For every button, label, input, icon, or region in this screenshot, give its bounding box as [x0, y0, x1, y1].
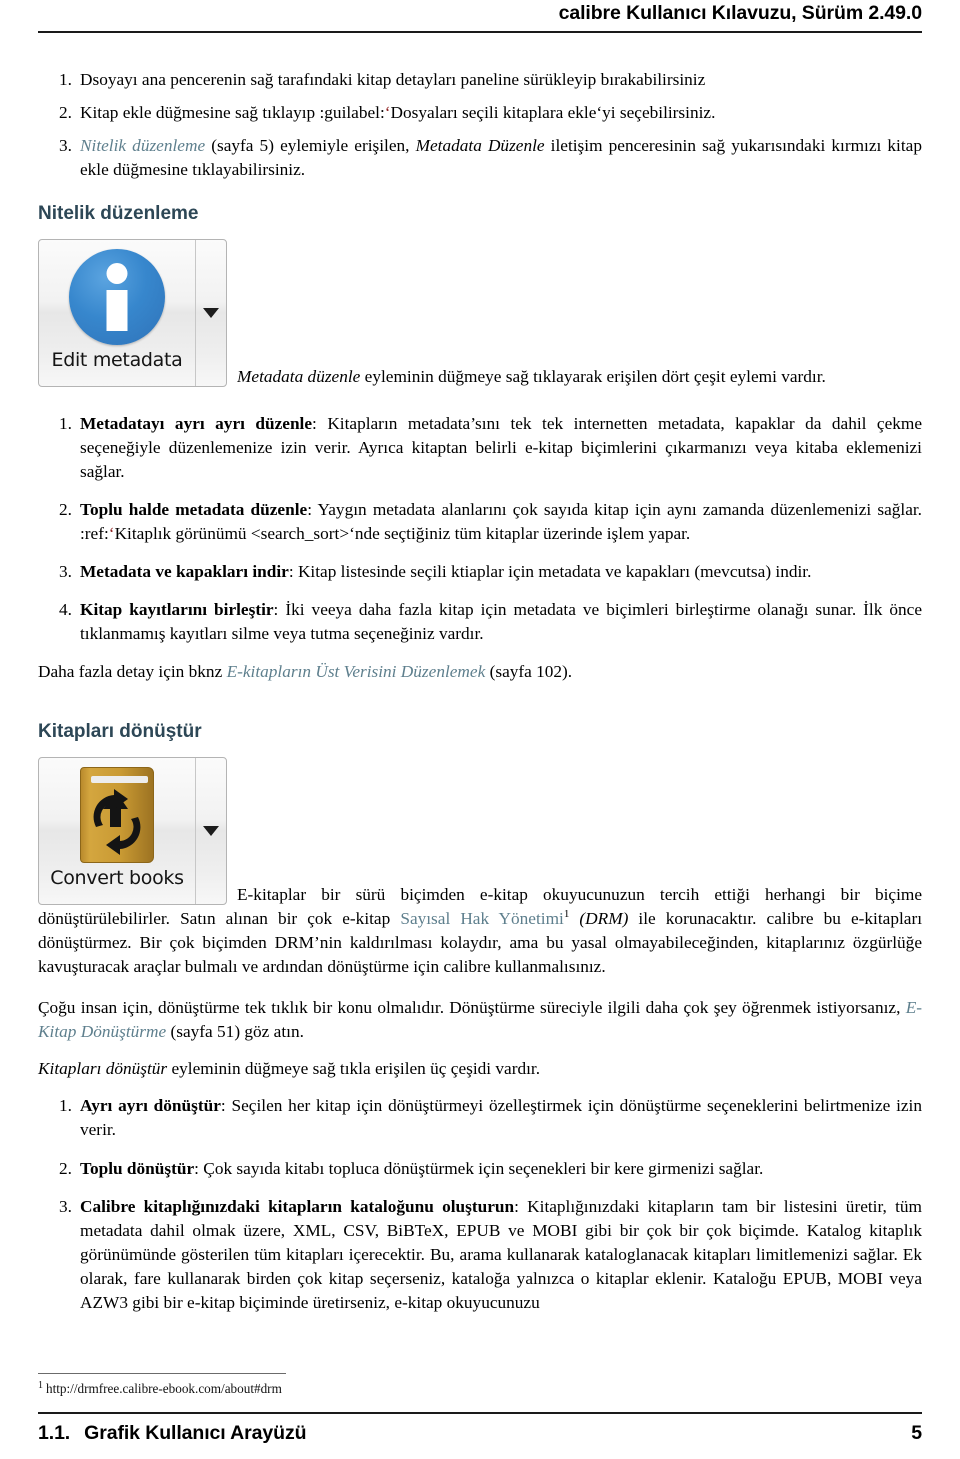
list-item: 4. Kitap kayıtlarını birleştir: İki veey…	[38, 598, 922, 646]
info-circle-icon	[69, 249, 165, 346]
convert-books-button[interactable]: Convert books	[38, 757, 227, 906]
list-marker: 1.	[59, 1096, 72, 1116]
running-footer: 1.1. Grafik Kullanıcı Arayüzü 5	[38, 1412, 922, 1445]
header-rule	[38, 30, 922, 33]
list-item: 2. Kitap ekle düğmesine sağ tıklayıp :gu…	[38, 101, 922, 125]
list-item: 2. Toplu dönüştür: Çok sayıda kitabı top…	[38, 1157, 922, 1181]
page-content: 1. Dsoyayı ana pencerenin sağ tarafındak…	[38, 62, 922, 1329]
footer-row: 1.1. Grafik Kullanıcı Arayüzü 5	[38, 1422, 922, 1445]
edit-metadata-button-main[interactable]: Edit metadata	[39, 240, 195, 386]
list-marker: 3.	[59, 1196, 72, 1216]
footer-section-number: 1.1.	[38, 1422, 71, 1444]
list-item-title: Calibre kitaplığınızdaki kitapların kata…	[80, 1196, 515, 1216]
section-heading-convert-books: Kitapları dönüştür	[38, 721, 202, 743]
list-item-title: Toplu dönüştür	[80, 1158, 195, 1178]
footnote-number: 1	[38, 1379, 43, 1391]
manual-title: calibre Kullanıcı Kılavuzu, Sürüm 2.49.0	[558, 2, 922, 24]
drm-abbrev: (DRM)	[569, 909, 629, 929]
list-marker: 1.	[59, 414, 72, 434]
list-marker: 2.	[59, 500, 72, 520]
cross-reference-link[interactable]: Nitelik düzenleme	[80, 136, 205, 155]
convert-books-button-label: Convert books	[50, 867, 184, 890]
list-item-text-mid: (sayfa 5) eylemiyle erişilen,	[205, 136, 416, 156]
footnote-entry: 1 http://drmfree.calibre-ebook.com/about#…	[38, 1380, 922, 1397]
convert-para2-b: (sayfa 51) göz atın.	[166, 1022, 304, 1042]
list-item-title: Metadata ve kapakları indir	[80, 562, 289, 582]
list-item-title: Kitap kayıtlarını birleştir	[80, 600, 274, 620]
book-band	[91, 776, 148, 784]
caret-down-icon	[203, 308, 219, 319]
list-item: 1. Dsoyayı ana pencerenin sağ tarafındak…	[38, 68, 922, 92]
list-item-text-2: Kitaplık görünümü <search_sort>‘nde seçt…	[114, 524, 691, 544]
convert-books-dropdown-toggle[interactable]	[195, 758, 226, 905]
recycle-arrows-icon	[93, 789, 141, 856]
edit-metadata-lead-paragraph: Metadata düzenle eyleminin düğmeye sağ t…	[237, 239, 922, 389]
cross-reference-link[interactable]: E-kitapların Üst Verisini Düzenlemek	[227, 662, 486, 681]
list-marker: 3.	[59, 562, 72, 582]
document-page: calibre Kullanıcı Kılavuzu, Sürüm 2.49.0…	[0, 0, 960, 1459]
list-item: 1. Ayrı ayrı dönüştür: Seçilen her kitap…	[38, 1094, 922, 1142]
info-icon-stem	[106, 290, 128, 332]
footer-rule	[38, 1412, 922, 1414]
footer-page-number: 5	[911, 1422, 922, 1444]
edit-metadata-dropdown-toggle[interactable]	[195, 240, 226, 387]
list-item: 3. Calibre kitaplığınızdaki kitapların k…	[38, 1195, 922, 1315]
footer-section-title: Grafik Kullanıcı Arayüzü	[84, 1422, 307, 1444]
convert-oneclick-paragraph: Çoğu insan için, dönüştürme tek tıklık b…	[38, 996, 922, 1044]
list-item-text: : Çok sayıda kitabı topluca dönüştürmek …	[194, 1158, 764, 1178]
emphasis-dialog-name: Metadata Düzenle	[415, 136, 545, 156]
convert-book-icon	[80, 767, 154, 864]
edit-metadata-button-label: Edit metadata	[51, 349, 183, 372]
list-item-title: Toplu halde metadata düzenle	[80, 500, 308, 520]
edit-metadata-button-figure: Edit metadata	[38, 239, 227, 388]
convert-para3-rest: eyleminin düğmeye sağ tıkla erişilen üç …	[167, 1059, 541, 1079]
edit-metadata-actions-list: 1. Metadatayı ayrı ayrı düzenle: Kitapla…	[38, 412, 922, 646]
info-icon-dot	[106, 263, 128, 285]
more-details-pre: Daha fazla detay için bknz	[38, 662, 227, 682]
footnote-url[interactable]: http://drmfree.calibre-ebook.com/about#d…	[46, 1381, 282, 1396]
list-item-title: Ayrı ayrı dönüştür	[80, 1096, 221, 1116]
intro-list: 1. Dsoyayı ana pencerenin sağ tarafındak…	[38, 68, 922, 182]
convert-books-button-figure: Convert books	[38, 757, 227, 906]
list-item: 3. Metadata ve kapakları indir: Kitap li…	[38, 560, 922, 584]
convert-lead-paragraph: Kitapları dönüştür eyleminin düğmeye sağ…	[38, 1057, 922, 1081]
more-details-post: (sayfa 102).	[485, 662, 573, 682]
more-details-paragraph: Daha fazla detay için bknz E-kitapların …	[38, 660, 922, 684]
list-item: 3. Nitelik düzenleme (sayfa 5) eylemiyle…	[38, 134, 922, 182]
edit-metadata-button[interactable]: Edit metadata	[38, 239, 227, 388]
list-marker: 3.	[59, 136, 72, 156]
footnote-area: 1 http://drmfree.calibre-ebook.com/about#…	[38, 1373, 922, 1397]
list-item: 2. Toplu halde metadata düzenle: Yaygın …	[38, 498, 922, 546]
running-header: calibre Kullanıcı Kılavuzu, Sürüm 2.49.0	[38, 2, 922, 42]
list-marker: 2.	[59, 1158, 72, 1178]
list-marker: 4.	[59, 600, 72, 620]
emphasis-action-name: Kitapları dönüştür	[38, 1059, 168, 1079]
list-marker: 2.	[59, 103, 72, 123]
list-item-text-post: Dosyaları seçili kitaplara ekle‘yi seçeb…	[390, 103, 716, 123]
convert-para2-a: Çoğu insan için, dönüştürme tek tıklık b…	[38, 998, 906, 1018]
drm-link[interactable]: Sayısal Hak Yönetimi	[400, 909, 564, 928]
convert-actions-list: 1. Ayrı ayrı dönüştür: Seçilen her kitap…	[38, 1094, 922, 1314]
list-item-title: Metadatayı ayrı ayrı düzenle	[80, 414, 313, 434]
convert-books-button-main[interactable]: Convert books	[39, 758, 195, 904]
section-heading-edit-metadata: Nitelik düzenleme	[38, 203, 199, 225]
list-item-text-pre: Kitap ekle düğmesine sağ tıklayıp :guila…	[80, 103, 385, 123]
emphasis-action-name: Metadata düzenle	[237, 367, 361, 387]
list-item-text: : Kitap listesinde seçili ktiaplar için …	[288, 562, 812, 582]
footnote-rule	[38, 1373, 286, 1374]
list-item: 1. Metadatayı ayrı ayrı düzenle: Kitapla…	[38, 412, 922, 484]
list-marker: 1.	[59, 70, 72, 89]
caret-down-icon	[203, 826, 219, 837]
list-item-text: Dsoyayı ana pencerenin sağ tarafındaki k…	[80, 70, 706, 89]
lead-rest: eyleminin düğmeye sağ tıklayarak erişile…	[360, 367, 826, 387]
